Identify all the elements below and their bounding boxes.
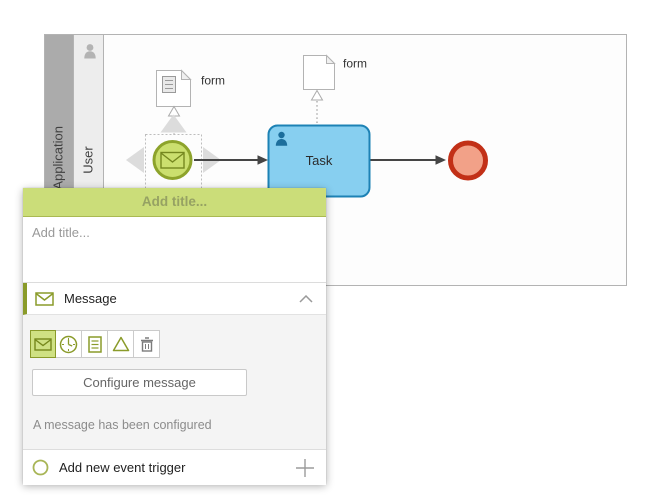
chevron-up-icon[interactable] <box>299 295 313 303</box>
message-section-header[interactable]: Message <box>23 283 326 315</box>
message-section-label: Message <box>64 291 117 306</box>
timer-icon <box>59 335 78 354</box>
message-start-event[interactable] <box>154 142 191 179</box>
pool-label: -Application <box>51 126 66 194</box>
user-task[interactable]: Task <box>269 126 370 197</box>
configure-message-button[interactable]: Configure message <box>32 369 247 396</box>
message-icon <box>34 338 52 351</box>
message-status-text: A message has been configured <box>33 418 212 432</box>
mini-document-icon <box>163 77 176 93</box>
form-artifact-2-label: form <box>343 57 367 71</box>
trigger-button-conditional[interactable] <box>82 330 108 358</box>
popup-title-header: Add title... <box>23 188 326 217</box>
add-event-trigger-row[interactable]: Add new event trigger <box>23 449 326 485</box>
lane-label: User <box>81 146 96 174</box>
delete-icon <box>140 337 154 352</box>
trigger-button-message[interactable] <box>30 330 56 358</box>
trigger-button-delete[interactable] <box>134 330 160 358</box>
title-textarea[interactable] <box>23 217 326 283</box>
add-event-trigger-label: Add new event trigger <box>59 460 185 475</box>
form-artifact-1-label: form <box>201 74 225 88</box>
task-label: Task <box>306 153 333 168</box>
blank-event-circle-icon <box>32 459 49 476</box>
plus-icon[interactable] <box>295 458 315 478</box>
trigger-button-signal[interactable] <box>108 330 134 358</box>
signal-icon <box>112 336 130 352</box>
message-envelope-icon <box>35 292 54 306</box>
trigger-button-timer[interactable] <box>56 330 82 358</box>
event-trigger-group <box>30 330 160 358</box>
message-section-body: Configure message A message has been con… <box>23 315 326 449</box>
bpmn-editor-screen: -Application User form form <box>0 0 656 504</box>
conditional-icon <box>88 336 102 353</box>
event-properties-popup: Add title... Message <box>23 188 326 484</box>
end-event[interactable] <box>451 143 486 178</box>
